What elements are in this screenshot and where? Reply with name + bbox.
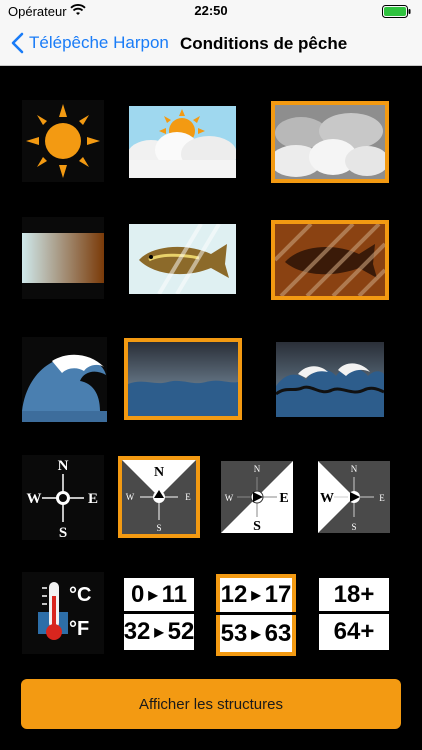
navigation-bar: Télépêche Harpon Conditions de pêche [0,24,422,66]
water-gradient-option[interactable] [22,217,104,299]
show-structures-button[interactable]: Afficher les structures [21,679,401,729]
overcast-icon [271,105,389,179]
murky-water-fish-option[interactable] [271,220,389,300]
back-label: Télépêche Harpon [29,33,169,52]
svg-text:W: W [320,491,334,506]
temp-range-low-option[interactable]: 0 ▶ 11 32 ▶ 52 [124,578,194,650]
svg-text:N: N [154,465,164,480]
temp-range-mid-option[interactable]: 12 ▶ 17 53 ▶ 63 [216,574,296,656]
sun-icon [22,100,104,182]
compass-s-label: S [59,525,67,540]
wind-west-option[interactable]: N S W E [318,461,390,533]
range-mid-celsius: 12 ▶ 17 [216,578,296,615]
svg-text:S: S [351,522,356,532]
chevron-left-icon [11,32,24,54]
status-bar: Opérateur 22:50 [0,0,422,24]
rough-sea-option[interactable] [276,342,384,417]
compass-icon: N S W E [22,455,104,540]
clear-water-fish-option[interactable] [129,224,236,294]
compass-e-label: E [88,491,98,507]
thermometer-icon [38,582,68,640]
water-gradient-icon [22,217,104,299]
range-low-fahrenheit: 32 ▶ 52 [123,618,195,645]
range-high-celsius: 18+ [319,578,389,614]
compass-n-label: N [58,458,69,474]
svg-text:W: W [225,493,234,503]
compass-option[interactable]: N S W E [22,455,104,540]
wind-west-icon: N S W E [318,461,390,533]
overcast-option[interactable] [271,101,389,183]
wind-north-option[interactable]: N S W E [118,456,200,538]
svg-text:E: E [185,492,191,502]
partly-cloudy-icon [129,106,236,178]
fahrenheit-label: °F [69,618,90,640]
big-wave-option[interactable] [22,337,107,422]
svg-text:W: W [126,492,135,502]
range-high-fahrenheit: 64+ [333,618,375,645]
svg-text:N: N [254,464,261,474]
compass-w-label: W [27,491,42,507]
calm-sea-option[interactable] [124,338,242,420]
temp-range-high-option[interactable]: 18+ 64+ [319,578,389,650]
clear-water-fish-icon [129,224,236,294]
range-low-celsius: 0 ▶ 11 [124,578,194,614]
wave-icon [22,337,107,422]
svg-text:S: S [156,523,161,533]
murky-water-fish-icon [273,222,387,298]
sun-option[interactable] [22,100,104,182]
wind-east-option[interactable]: N S W E [221,461,293,533]
back-button[interactable]: Télépêche Harpon [10,32,169,54]
clock: 22:50 [194,3,228,18]
partly-cloudy-option[interactable] [129,106,236,178]
svg-text:N: N [351,464,358,474]
page-title: Conditions de pêche [180,34,348,53]
svg-text:E: E [379,493,385,503]
svg-text:E: E [279,491,288,506]
celsius-label: °C [69,584,92,606]
wind-east-icon: N S W E [221,461,293,533]
rough-sea-icon [276,342,384,417]
temperature-option[interactable]: °C °F [22,572,104,654]
svg-text:S: S [253,519,261,533]
battery-icon [382,5,411,18]
calm-sea-icon [128,342,238,416]
range-mid-fahrenheit: 53 ▶ 63 [220,619,292,647]
wind-north-icon: N S W E [122,460,196,534]
